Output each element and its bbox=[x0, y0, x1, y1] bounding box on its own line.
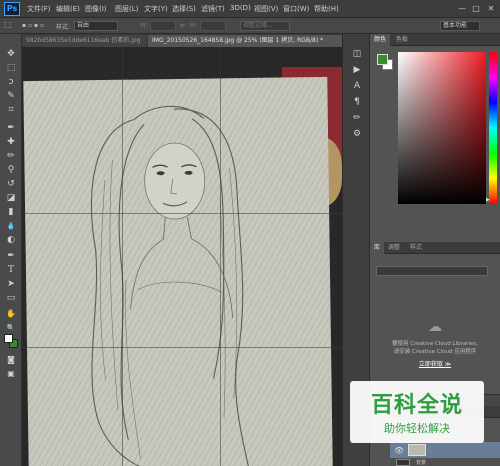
libraries-panel-tabs: 库 调整 样式 bbox=[370, 242, 500, 254]
library-select[interactable] bbox=[376, 266, 488, 276]
color-panel-tabs: 颜色 色板 bbox=[370, 34, 500, 46]
style-label: 样式: bbox=[56, 24, 71, 31]
color-panel: ▶ bbox=[370, 46, 500, 242]
document-tab-1[interactable]: 982bd58635e5dde6116eab 仿素的.jpg bbox=[22, 35, 146, 47]
tools-panel: ✥ ⬚ ↄ ✎ ⌗ ✒ ✚ ✏ ⚲ ↺ ◪ ▮ 💧 ◐ ✒ T ➤ ▭ ✋ 🔍 … bbox=[0, 34, 22, 466]
menu-help[interactable]: 帮助(H) bbox=[314, 4, 339, 14]
tool-presets-icon[interactable]: ⚙ bbox=[350, 128, 364, 140]
tab-swatches[interactable]: 色板 bbox=[392, 34, 412, 46]
menu-file[interactable]: 文件(F) bbox=[27, 4, 51, 14]
library-message-line-1: 要使用 Creative Cloud Libraries, bbox=[391, 341, 478, 347]
crop-tool[interactable]: ⌗ bbox=[4, 104, 18, 116]
maximize-button[interactable]: □ bbox=[470, 3, 482, 14]
menu-layer[interactable]: 图层(L) bbox=[115, 4, 138, 14]
hue-slider[interactable] bbox=[489, 52, 497, 204]
eyedropper-tool[interactable]: ✒ bbox=[4, 122, 18, 134]
selection-mode-icons[interactable]: ▪ ▫ ▪ ▫ bbox=[22, 22, 44, 29]
photoshop-logo: Ps bbox=[4, 2, 20, 16]
layer-visibility-icon[interactable]: 👁 bbox=[394, 446, 404, 455]
zoom-tool[interactable]: 🔍 bbox=[4, 322, 18, 334]
dodge-tool[interactable]: ◐ bbox=[4, 234, 18, 246]
type-tool[interactable]: T bbox=[4, 264, 18, 276]
history-icon[interactable]: ◫ bbox=[350, 48, 364, 60]
clone-stamp-tool[interactable]: ⚲ bbox=[4, 164, 18, 176]
hand-tool[interactable]: ✋ bbox=[4, 308, 18, 320]
sketch-portrait bbox=[90, 105, 250, 466]
menu-3d[interactable]: 3D(D) bbox=[230, 4, 251, 12]
foreground-color-swatch[interactable] bbox=[4, 334, 13, 343]
guide-line-vertical bbox=[220, 47, 221, 466]
menu-view[interactable]: 视图(V) bbox=[254, 4, 278, 14]
document-tab-2[interactable]: IMG_20150526_164858.jpg @ 25% (图层 1 拷贝, … bbox=[148, 35, 342, 47]
tab-styles[interactable]: 样式 bbox=[406, 242, 426, 254]
close-button[interactable]: ✕ bbox=[485, 3, 497, 14]
healing-brush-tool[interactable]: ✚ bbox=[4, 136, 18, 148]
character-icon[interactable]: A bbox=[350, 80, 364, 92]
minimize-button[interactable]: — bbox=[456, 3, 468, 14]
play-icon[interactable]: ▶ bbox=[350, 64, 364, 76]
shape-tool[interactable]: ▭ bbox=[4, 292, 18, 304]
color-picker-field[interactable] bbox=[398, 52, 486, 204]
guide-line-vertical bbox=[122, 47, 123, 466]
height-field[interactable] bbox=[200, 21, 226, 31]
menu-image[interactable]: 图像(I) bbox=[85, 4, 107, 14]
guide-line-horizontal bbox=[22, 347, 342, 348]
tab-libraries[interactable]: 库 bbox=[370, 242, 385, 254]
watermark-subtitle: 助你轻松解决 bbox=[384, 422, 450, 435]
gradient-tool[interactable]: ▮ bbox=[4, 206, 18, 218]
watermark-title: 百科全说 bbox=[370, 393, 463, 418]
foreground-color-swatch[interactable] bbox=[377, 54, 388, 65]
width-field[interactable] bbox=[150, 21, 176, 31]
document-tab-bar: 982bd58635e5dde6116eab 仿素的.jpg IMG_20150… bbox=[22, 34, 342, 47]
move-tool[interactable]: ✥ bbox=[4, 48, 18, 60]
quick-select-tool[interactable]: ✎ bbox=[4, 90, 18, 102]
path-select-tool[interactable]: ➤ bbox=[4, 278, 18, 290]
tab-adjustments[interactable]: 调整 bbox=[384, 242, 404, 254]
style-select[interactable]: 自由 bbox=[74, 21, 118, 31]
brush-tool[interactable]: ✏ bbox=[4, 150, 18, 162]
options-bar: ⬚ ▪ ▫ ▪ ▫ 样式: 自由 W: ⇄ H: 调整边缘... 基本功能 bbox=[0, 18, 500, 34]
paragraph-icon[interactable]: ¶ bbox=[350, 96, 364, 108]
eraser-tool[interactable]: ◪ bbox=[4, 192, 18, 204]
creative-cloud-icon: ☁ bbox=[428, 319, 442, 335]
library-message-line-2: 请安装 Creative Cloud 应用程序 bbox=[393, 349, 477, 355]
marquee-tool[interactable]: ⬚ bbox=[4, 62, 18, 74]
canvas-area[interactable] bbox=[22, 47, 342, 466]
width-label: W: bbox=[140, 22, 148, 29]
pencil-sketch-image bbox=[23, 76, 333, 466]
menu-edit[interactable]: 编辑(E) bbox=[56, 4, 80, 14]
background-layer-name: 背景 bbox=[416, 460, 427, 466]
hue-slider-marker-icon[interactable]: ▶ bbox=[486, 198, 490, 203]
libraries-panel: 库 调整 样式 ☁ 要使用 Creative Cloud Libraries, … bbox=[370, 242, 500, 402]
screen-mode-icon[interactable]: ▣ bbox=[4, 368, 18, 380]
menu-bar: Ps 文件(F) 编辑(E) 图像(I) 图层(L) 文字(Y) 选择(S) 滤… bbox=[0, 0, 500, 18]
swap-icon[interactable]: ⇄ bbox=[180, 22, 185, 29]
quick-mask-icon[interactable]: ◙ bbox=[4, 354, 18, 366]
menu-filter[interactable]: 滤镜(T) bbox=[201, 4, 225, 14]
layer-thumbnail bbox=[408, 444, 426, 456]
workspace-select[interactable]: 基本功能 bbox=[440, 21, 480, 31]
blur-tool[interactable]: 💧 bbox=[4, 220, 18, 232]
lasso-tool[interactable]: ↄ bbox=[4, 76, 18, 88]
menu-type[interactable]: 文字(Y) bbox=[144, 4, 168, 14]
pen-tool[interactable]: ✒ bbox=[4, 250, 18, 262]
background-layer-thumbnail bbox=[396, 459, 410, 466]
get-it-now-link[interactable]: 立即获取 ≫ bbox=[400, 359, 470, 368]
layer-row-selected[interactable] bbox=[390, 442, 500, 458]
menu-select[interactable]: 选择(S) bbox=[172, 4, 196, 14]
guide-line-horizontal bbox=[22, 213, 342, 214]
tab-color[interactable]: 颜色 bbox=[370, 34, 391, 46]
menu-window[interactable]: 窗口(W) bbox=[283, 4, 309, 14]
history-brush-tool[interactable]: ↺ bbox=[4, 178, 18, 190]
height-label: H: bbox=[190, 22, 197, 29]
refine-edge-button[interactable]: 调整边缘... bbox=[240, 21, 290, 31]
watermark-overlay: 百科全说 助你轻松解决 bbox=[350, 381, 484, 443]
marquee-preset-icon[interactable]: ⬚ bbox=[4, 20, 12, 29]
brush-panel-icon[interactable]: ✏ bbox=[350, 112, 364, 124]
